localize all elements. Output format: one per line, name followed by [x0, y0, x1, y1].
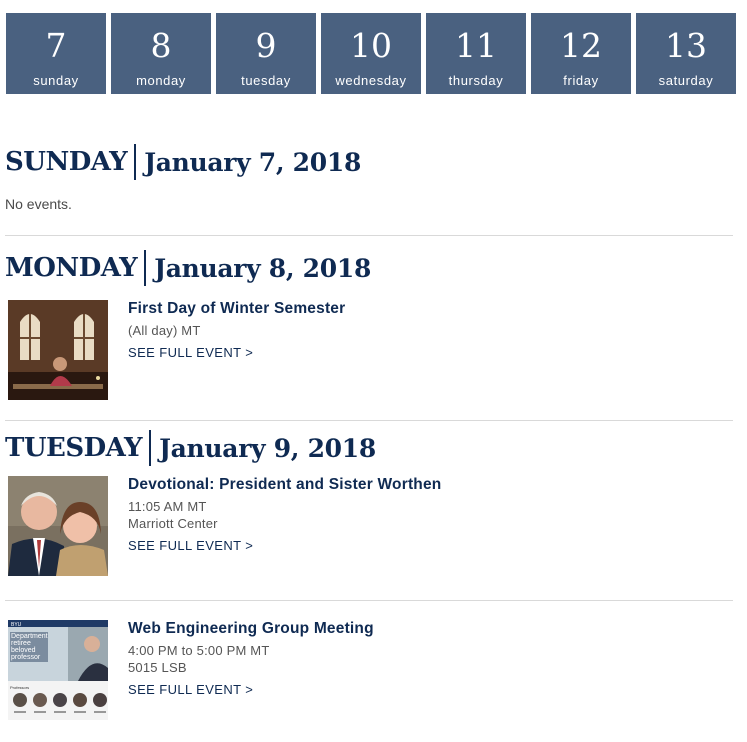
- event-title[interactable]: First Day of Winter Semester: [128, 300, 345, 318]
- see-full-event-link[interactable]: SEE FULL EVENT >: [128, 682, 374, 697]
- event-title[interactable]: Web Engineering Group Meeting: [128, 620, 374, 638]
- heading-divider: [134, 144, 137, 180]
- event-time: 11:05 AM MT: [128, 499, 207, 514]
- see-full-event-link[interactable]: SEE FULL EVENT >: [128, 538, 441, 553]
- event-body: Web Engineering Group Meeting 4:00 PM to…: [128, 620, 374, 697]
- day-name: friday: [563, 73, 599, 88]
- event-time: (All day) MT: [128, 323, 201, 338]
- day-number: 13: [665, 26, 707, 65]
- day-heading: MONDAY January 8, 2018: [5, 250, 733, 286]
- thumb-caption-text: Professors: [10, 685, 29, 690]
- heading-divider: [144, 250, 147, 286]
- event-thumbnail[interactable]: [8, 300, 108, 400]
- day-number: 12: [560, 26, 602, 65]
- event-location: 5015 LSB: [128, 660, 187, 675]
- week-strip: 7 sunday 8 monday 9 tuesday 10 wednesday…: [6, 13, 736, 94]
- day-name: sunday: [33, 73, 79, 88]
- day-name: monday: [136, 73, 186, 88]
- day-heading: SUNDAY January 7, 2018: [5, 144, 733, 180]
- event-thumbnail[interactable]: [8, 476, 108, 576]
- thumb-headline-text: Department retiree beloved professor: [10, 632, 48, 662]
- day-heading-weekday: MONDAY: [5, 253, 138, 283]
- day-section-tuesday: TUESDAY January 9, 2018: [5, 430, 733, 470]
- day-tile-thursday[interactable]: 11 thursday: [426, 13, 526, 94]
- day-tile-friday[interactable]: 12 friday: [531, 13, 631, 94]
- day-tile-monday[interactable]: 8 monday: [111, 13, 211, 94]
- day-tile-saturday[interactable]: 13 saturday: [636, 13, 736, 94]
- day-heading-weekday: SUNDAY: [5, 147, 128, 177]
- event-time: 4:00 PM to 5:00 PM MT: [128, 643, 270, 658]
- library-photo-image: [8, 300, 108, 400]
- day-number: 11: [455, 26, 497, 65]
- day-name: tuesday: [241, 73, 291, 88]
- day-heading: TUESDAY January 9, 2018: [5, 430, 733, 466]
- no-events-text: No events.: [5, 196, 72, 212]
- day-tile-sunday[interactable]: 7 sunday: [6, 13, 106, 94]
- day-section-monday: MONDAY January 8, 2018: [5, 250, 733, 290]
- day-heading-date: January 7, 2018: [144, 147, 362, 177]
- day-number: 8: [150, 26, 172, 65]
- section-divider: [5, 600, 733, 601]
- event-item: First Day of Winter Semester (All day) M…: [8, 300, 733, 400]
- event-thumbnail[interactable]: BYU Department retiree beloved professor…: [8, 620, 108, 720]
- portrait-photo-image: [8, 476, 108, 576]
- day-tile-wednesday[interactable]: 10 wednesday: [321, 13, 421, 94]
- event-item: Devotional: President and Sister Worthen…: [8, 476, 733, 576]
- day-section-sunday: SUNDAY January 7, 2018 No events.: [5, 144, 733, 224]
- event-title[interactable]: Devotional: President and Sister Worthen: [128, 476, 441, 494]
- day-name: wednesday: [335, 73, 407, 88]
- event-item: BYU Department retiree beloved professor…: [8, 620, 733, 720]
- see-full-event-link[interactable]: SEE FULL EVENT >: [128, 345, 345, 360]
- event-body: First Day of Winter Semester (All day) M…: [128, 300, 345, 360]
- event-body: Devotional: President and Sister Worthen…: [128, 476, 441, 553]
- day-name: thursday: [448, 73, 504, 88]
- webpage-screenshot-image: BYU Department retiree beloved professor…: [8, 620, 108, 720]
- section-divider: [5, 420, 733, 421]
- day-tile-tuesday[interactable]: 9 tuesday: [216, 13, 316, 94]
- heading-divider: [149, 430, 152, 466]
- day-number: 9: [255, 26, 277, 65]
- day-heading-weekday: TUESDAY: [5, 433, 143, 463]
- day-name: saturday: [658, 73, 714, 88]
- day-heading-date: January 8, 2018: [154, 253, 372, 283]
- event-location: Marriott Center: [128, 516, 218, 531]
- day-number: 7: [45, 26, 67, 65]
- day-heading-date: January 9, 2018: [159, 433, 376, 463]
- section-divider: [5, 235, 733, 236]
- day-number: 10: [350, 26, 392, 65]
